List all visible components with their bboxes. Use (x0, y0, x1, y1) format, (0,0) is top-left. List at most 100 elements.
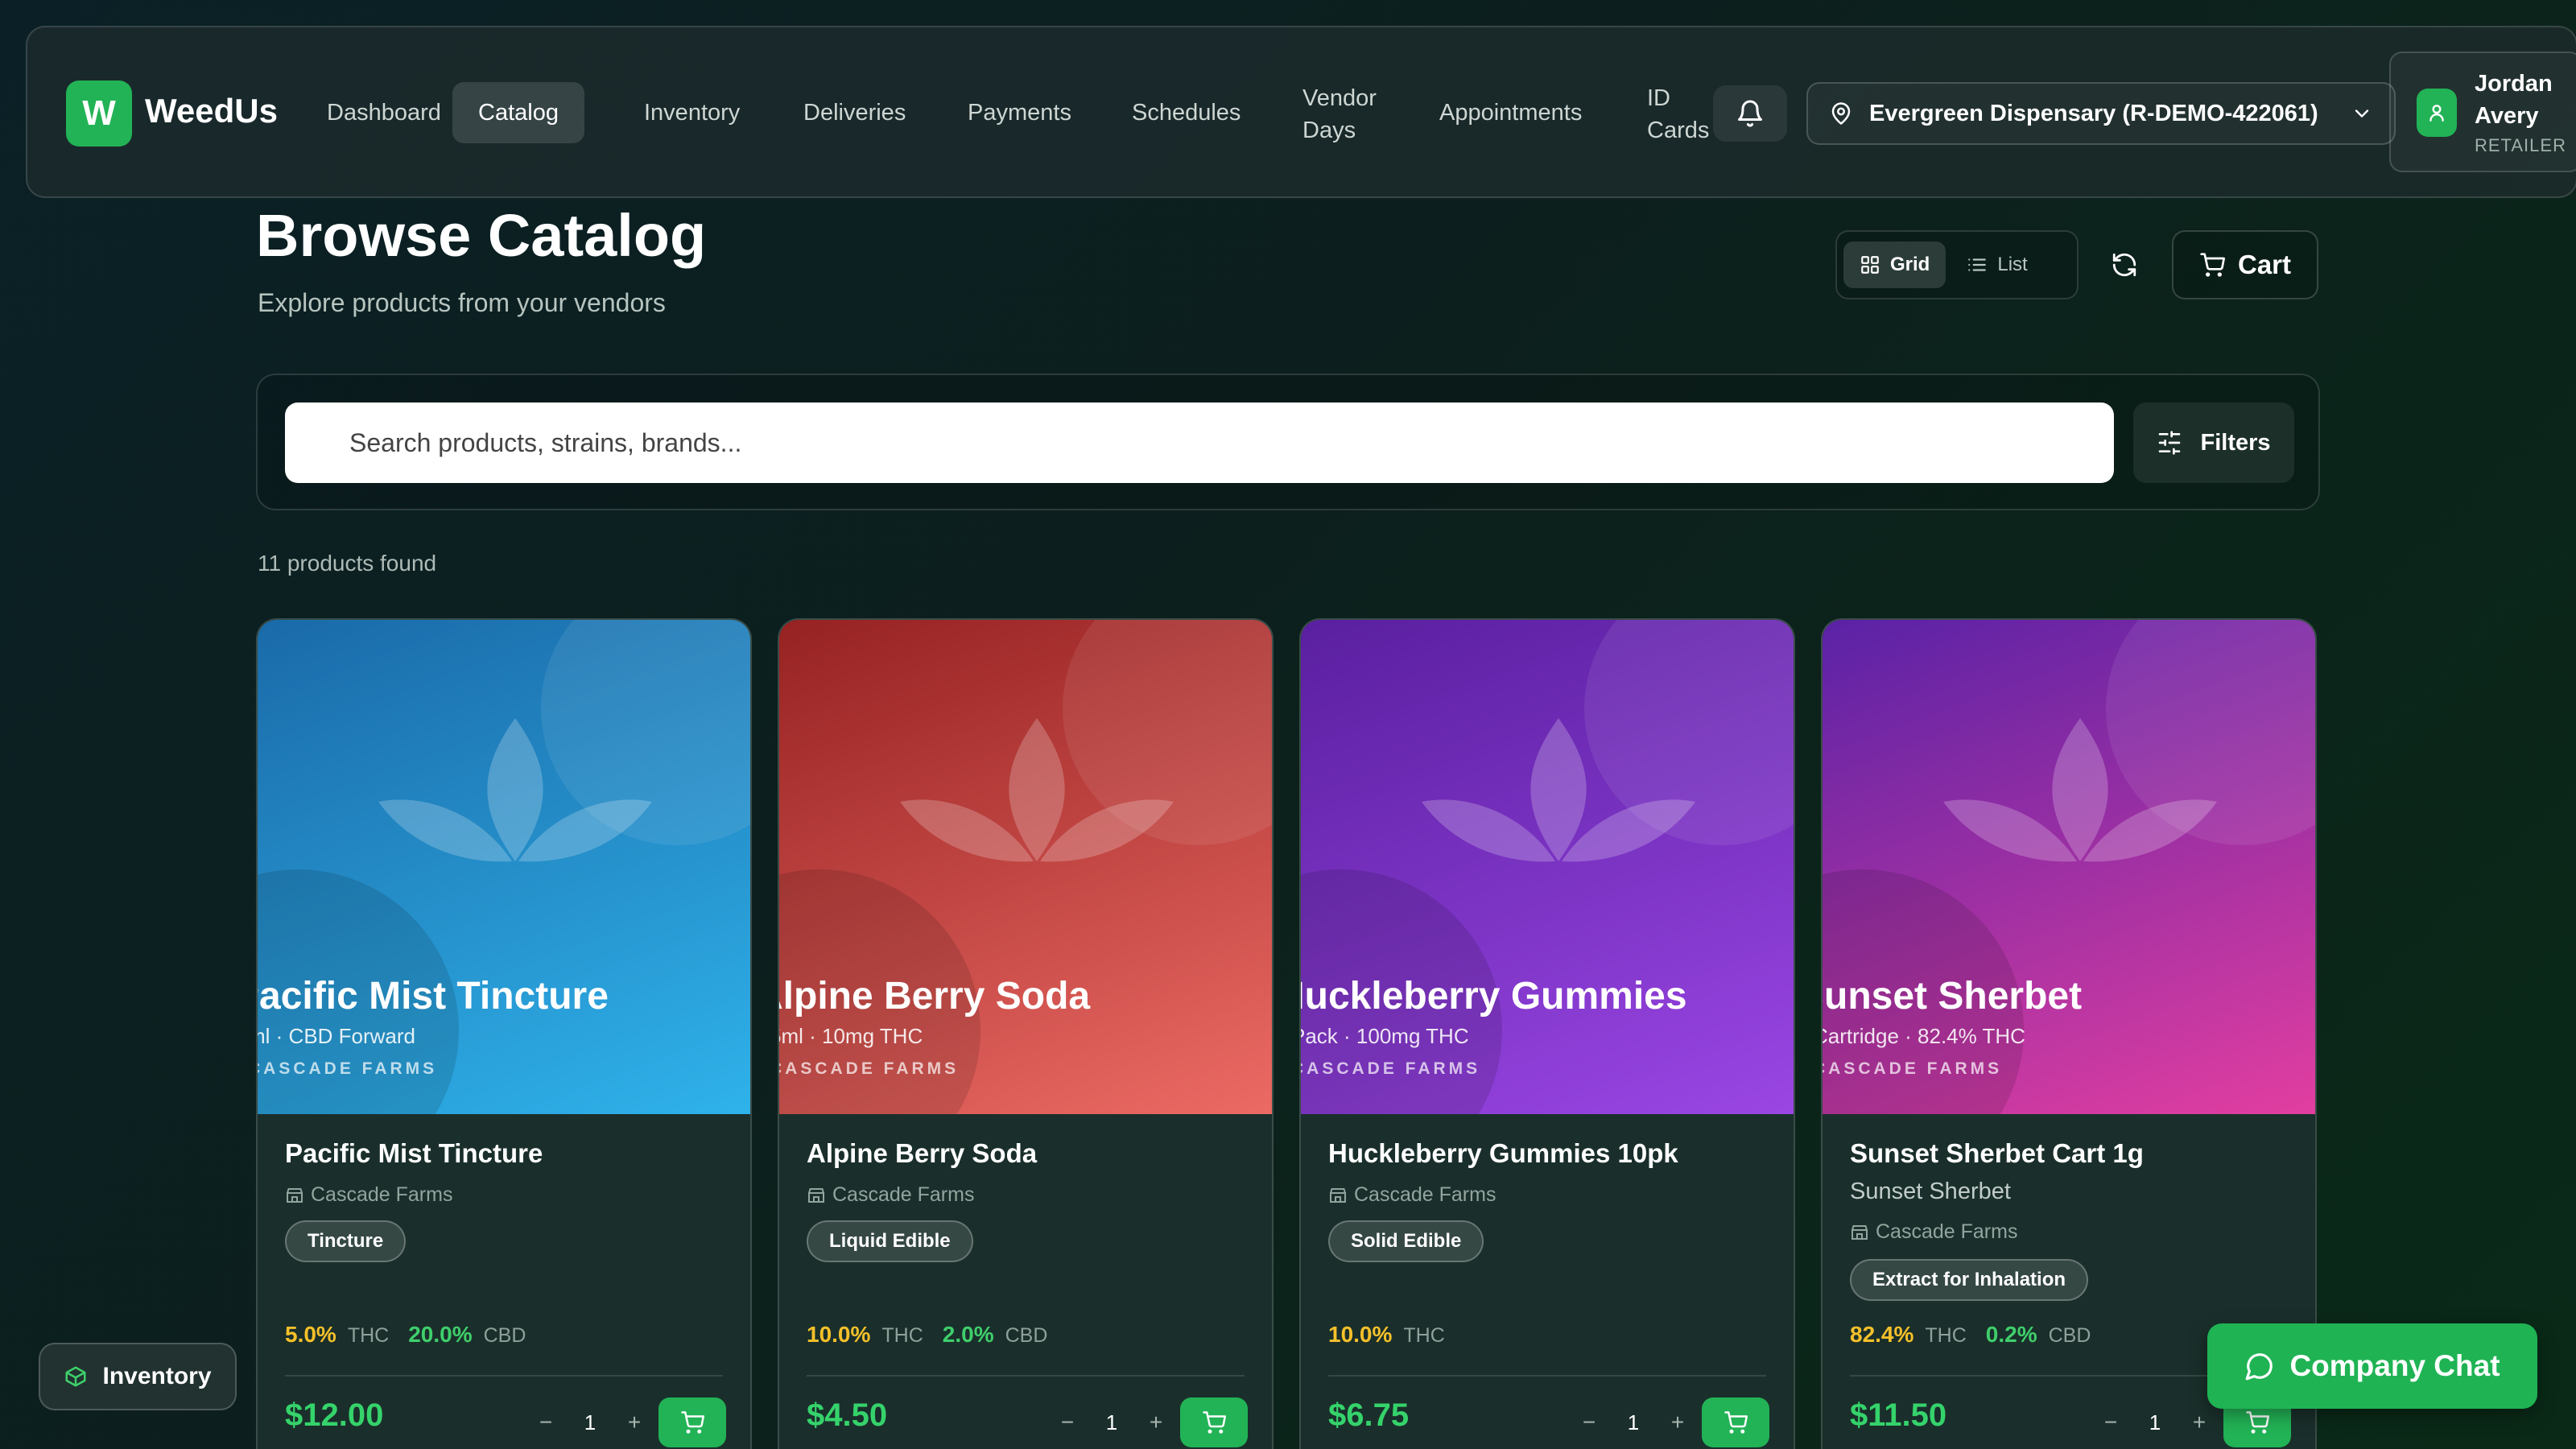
product-price: $6.75 (1328, 1397, 1410, 1433)
product-card[interactable]: Alpine Berry Soda 5ml · 10mg THC CASCADE… (778, 618, 1274, 1449)
quantity-stepper: − 1 + (1575, 1404, 1692, 1441)
user-name: Jordan Avery (2475, 71, 2553, 129)
vendor-name: Cascade Farms (311, 1183, 453, 1206)
nav-vendor-days[interactable]: Vendor Days (1277, 74, 1397, 155)
category-badge: Extract for Inhalation (1850, 1259, 2089, 1301)
image-brand: CASCADE FARMS (258, 1059, 438, 1078)
quantity-stepper: − 1 + (531, 1404, 649, 1441)
user-menu[interactable]: Jordan Avery RETAILER (2389, 52, 2576, 172)
product-name: Pacific Mist Tincture (285, 1138, 543, 1168)
grid-view-label: Grid (1890, 254, 1930, 275)
cart-icon (1203, 1411, 1226, 1434)
thc-label: THC (881, 1324, 923, 1347)
store-icon (808, 1187, 824, 1203)
page-title: Browse Catalog (256, 202, 707, 269)
thc-value: 10.0% (1328, 1322, 1393, 1347)
increment-button[interactable]: + (1663, 1408, 1692, 1437)
image-brand: CASCADE FARMS (1823, 1059, 2003, 1078)
product-name: Huckleberry Gummies 10pk (1328, 1138, 1678, 1168)
image-title: Sunset Sherbet (1823, 975, 2083, 1018)
notifications-button[interactable] (1713, 85, 1787, 142)
search-panel: Filters (256, 374, 2320, 510)
nav-id-cards[interactable]: ID Cards (1621, 74, 1710, 155)
quantity-value[interactable]: 1 (584, 1410, 596, 1435)
user-icon (2429, 105, 2444, 122)
product-vendor: Cascade Farms (807, 1183, 974, 1207)
decrement-button[interactable]: − (531, 1408, 560, 1437)
increment-button[interactable]: + (620, 1408, 649, 1437)
grid-view-button[interactable]: Grid (1843, 242, 1946, 288)
category-badge: Tincture (285, 1220, 407, 1262)
app-name[interactable]: WeedUs (145, 92, 278, 130)
company-chat-button[interactable]: Company Chat (2207, 1323, 2537, 1409)
list-view-button[interactable]: List (1951, 242, 2043, 288)
list-view-label: List (1997, 254, 2028, 275)
inventory-float-button[interactable]: Inventory (39, 1343, 237, 1410)
view-toggle: Grid List (1835, 230, 2079, 299)
nav-payments[interactable]: Payments (942, 82, 1097, 143)
nav-dashboard[interactable]: Dashboard (301, 82, 467, 143)
cbd-label: CBD (483, 1324, 526, 1347)
store-icon (287, 1187, 303, 1203)
chevron-down-icon (2355, 109, 2369, 118)
decrement-button[interactable]: − (2096, 1408, 2125, 1437)
category-badge: Liquid Edible (807, 1220, 973, 1262)
product-card[interactable]: Pacific Mist Tincture ml · CBD Forward C… (256, 618, 752, 1449)
cart-button[interactable]: Cart (2172, 230, 2318, 299)
image-subtitle: 5ml · 10mg THC (779, 1024, 923, 1048)
add-to-cart-button[interactable] (658, 1397, 726, 1447)
product-card[interactable]: Huckleberry Gummies Pack · 100mg THC CAS… (1299, 618, 1795, 1449)
user-role: RETAILER (2475, 135, 2566, 155)
filters-label: Filters (2200, 429, 2271, 456)
cbd-value: 0.2% (1985, 1322, 2037, 1347)
nav-deliveries[interactable]: Deliveries (778, 82, 931, 143)
nav-schedules[interactable]: Schedules (1106, 82, 1266, 143)
add-to-cart-button[interactable] (1180, 1397, 1248, 1447)
cart-icon (2200, 253, 2225, 277)
nav-appointments[interactable]: Appointments (1414, 82, 1608, 143)
potency: 10.0% THC (1328, 1322, 1453, 1348)
product-image: Huckleberry Gummies Pack · 100mg THC CAS… (1301, 620, 1794, 1114)
cbd-label: CBD (2048, 1324, 2091, 1347)
image-brand: CASCADE FARMS (1301, 1059, 1481, 1078)
map-pin-icon (1831, 102, 1851, 125)
image-brand: CASCADE FARMS (779, 1059, 960, 1078)
nav-catalog[interactable]: Catalog (452, 82, 584, 143)
store-selector[interactable]: Evergreen Dispensary (R-DEMO-422061) (1806, 82, 2396, 145)
leaf-icon (900, 718, 1174, 862)
image-title: Huckleberry Gummies (1301, 975, 1687, 1018)
product-image: Sunset Sherbet Cartridge · 82.4% THC CAS… (1823, 620, 2315, 1114)
divider (807, 1375, 1245, 1377)
quantity-value[interactable]: 1 (1628, 1410, 1639, 1435)
store-selector-value: Evergreen Dispensary (R-DEMO-422061) (1869, 100, 2318, 126)
add-to-cart-button[interactable] (1702, 1397, 1769, 1447)
decrement-button[interactable]: − (1053, 1408, 1082, 1437)
product-name: Alpine Berry Soda (807, 1138, 1038, 1168)
filters-button[interactable]: Filters (2133, 402, 2294, 483)
thc-value: 82.4% (1850, 1322, 1914, 1347)
quantity-value[interactable]: 1 (2149, 1410, 2161, 1435)
nav-inventory[interactable]: Inventory (618, 82, 766, 143)
thc-label: THC (1925, 1324, 1967, 1347)
cart-icon (681, 1411, 704, 1434)
sliders-icon (2159, 431, 2181, 455)
quantity-value[interactable]: 1 (1106, 1410, 1117, 1435)
increment-button[interactable]: + (1141, 1408, 1170, 1437)
image-subtitle: Cartridge · 82.4% THC (1823, 1024, 2025, 1048)
box-icon (65, 1366, 86, 1387)
decrement-button[interactable]: − (1575, 1408, 1604, 1437)
cart-icon (1724, 1411, 1748, 1434)
product-vendor: Cascade Farms (1328, 1183, 1496, 1207)
product-vendor: Cascade Farms (285, 1183, 452, 1207)
cart-label: Cart (2237, 250, 2292, 279)
refresh-button[interactable] (2093, 233, 2156, 296)
thc-label: THC (347, 1324, 390, 1347)
thc-label: THC (1403, 1324, 1445, 1347)
store-icon (1852, 1224, 1868, 1240)
search-input[interactable] (285, 402, 2114, 483)
logo-tile[interactable]: W (66, 80, 132, 147)
increment-button[interactable]: + (2185, 1408, 2214, 1437)
store-icon (1330, 1187, 1346, 1203)
product-strain: Sunset Sherbet (1850, 1179, 2011, 1204)
product-name: Sunset Sherbet Cart 1g (1850, 1138, 2144, 1168)
